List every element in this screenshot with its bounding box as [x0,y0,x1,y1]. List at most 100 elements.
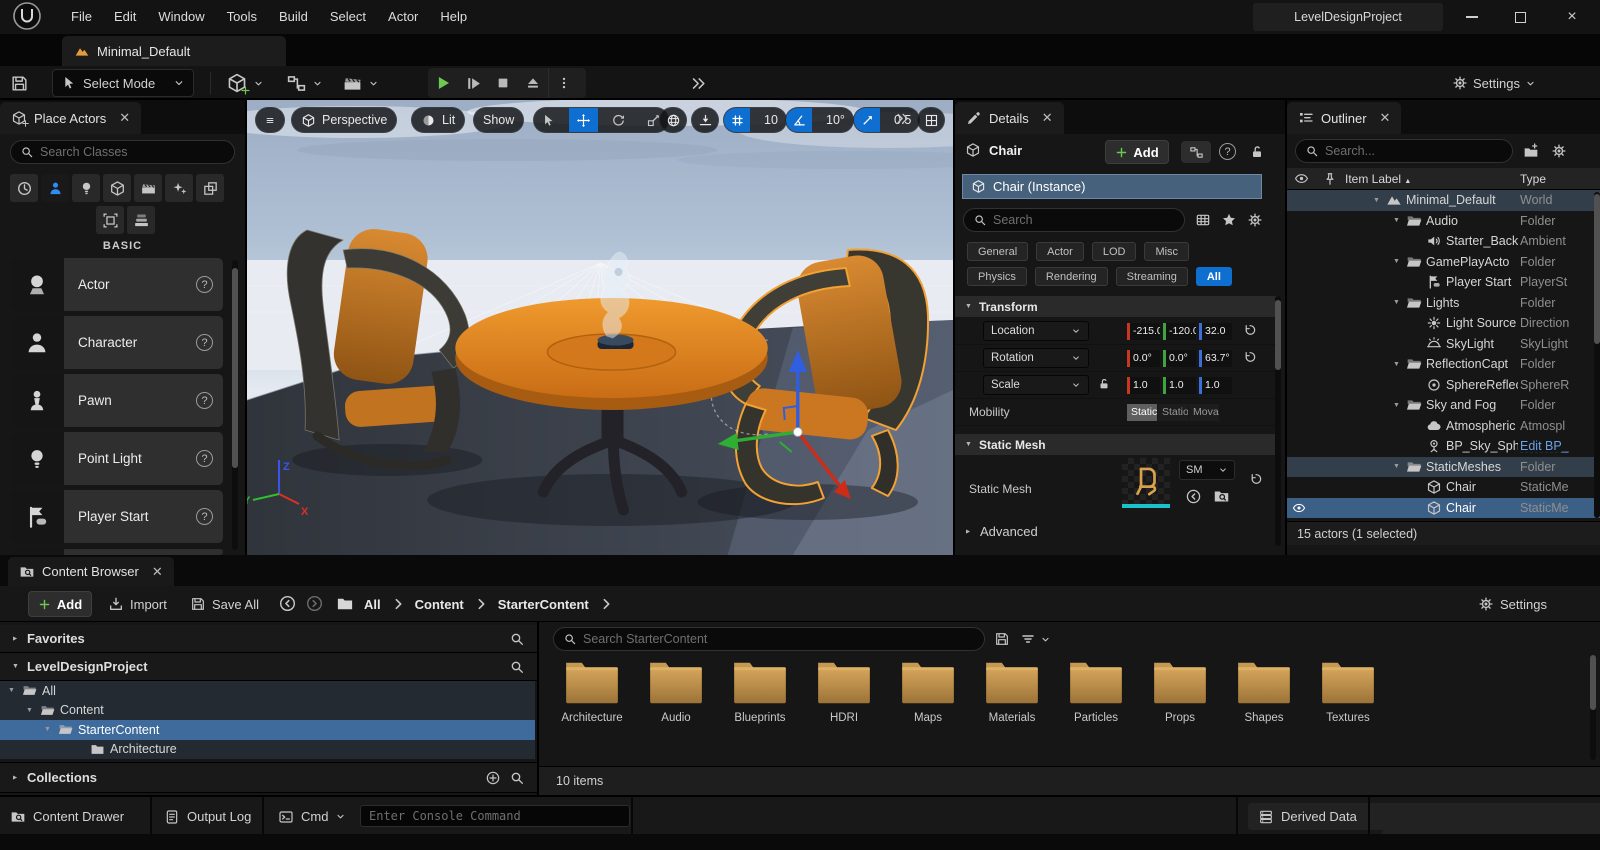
gear-icon[interactable] [1551,143,1567,159]
expand-arrow[interactable]: ▼ [1393,402,1406,409]
reset-icon[interactable] [1243,350,1257,364]
filter-chip[interactable]: Streaming [1116,267,1188,286]
menu-item[interactable]: File [60,0,103,34]
placeable-actor-item[interactable]: Player Start ? [10,490,223,543]
rotate-tool[interactable] [604,107,633,133]
viewport-overflow-button[interactable] [895,111,910,126]
filter-icon[interactable] [1020,631,1036,647]
content-drawer-button[interactable]: Content Drawer [10,803,124,830]
scale-y-field[interactable]: 1.0 [1163,377,1196,394]
level-tab[interactable]: Minimal_Default [62,36,286,66]
browse-to-asset-icon[interactable] [1213,488,1230,505]
details-search-input[interactable] [963,208,1185,232]
mobility-option[interactable]: Stationary [1158,404,1188,421]
category-button[interactable] [103,174,131,202]
search-icon[interactable] [509,631,525,647]
place-actors-scrollbar[interactable] [232,260,238,550]
outliner-scrollbar[interactable] [1594,192,1600,518]
outliner-row[interactable]: ▼ Atmospheric Atmospl [1287,416,1600,437]
mobility-option[interactable]: Movable [1189,404,1219,421]
project-section[interactable]: ▼LevelDesignProject [0,653,537,681]
menu-item[interactable]: Help [429,0,478,34]
close-icon[interactable]: ✕ [1380,110,1391,126]
content-browser-tab[interactable]: Content Browser ✕ [8,557,174,586]
back-icon[interactable] [278,594,297,613]
breadcrumb-item[interactable]: Content [415,597,464,612]
menu-item[interactable]: Tools [216,0,268,34]
location-z-field[interactable]: 32.0 [1199,323,1232,340]
derived-data-button[interactable]: Derived Data [1248,803,1600,830]
surface-snapping-button[interactable] [691,107,719,133]
scale-x-field[interactable]: 1.0 [1127,377,1160,394]
search-classes-input[interactable] [10,140,235,164]
outliner-row[interactable]: ▼ Minimal_Default World [1287,190,1600,211]
outliner-row[interactable]: ▼ BP_Sky_Sphe Edit BP_ [1287,436,1600,457]
placeable-actor-item[interactable]: Character ? [10,316,223,369]
outliner-row[interactable]: ▼ SphereReflec SphereR [1287,375,1600,396]
add-collection-icon[interactable] [485,770,501,786]
add-asset-button[interactable]: Add [28,591,92,617]
filter-chip[interactable]: General [967,242,1028,261]
filter-chip[interactable]: Physics [967,267,1027,286]
move-tool[interactable] [569,107,598,133]
filter-chip[interactable]: Misc [1144,242,1189,261]
close-icon[interactable]: ✕ [1042,110,1053,126]
outliner-row[interactable]: ▼ SkyLight SkyLight [1287,334,1600,355]
play-button[interactable] [428,68,458,98]
eye-icon[interactable] [1292,501,1310,515]
category-button[interactable] [10,174,38,202]
menu-item[interactable]: Window [147,0,215,34]
close-icon[interactable]: ✕ [152,564,163,580]
expand-arrow[interactable]: ▼ [44,726,58,733]
folder-tree-row[interactable]: ▼ Architecture [0,740,535,760]
menu-item[interactable]: Edit [103,0,147,34]
outliner-row[interactable]: ▼ Light Source Direction [1287,313,1600,334]
output-log-button[interactable]: Output Log [164,803,251,830]
placeable-actor-item[interactable]: Actor ? [10,258,223,311]
instance-row[interactable]: Chair (Instance) [962,174,1262,199]
help-icon[interactable]: ? [196,450,213,467]
category-button[interactable] [196,174,224,202]
gear-icon[interactable] [1247,212,1263,228]
outliner-search-input[interactable] [1295,139,1513,163]
content-settings-dropdown[interactable]: Settings [1478,591,1547,617]
scale-snap-control[interactable]: 0.5 [853,107,920,133]
perspective-dropdown[interactable]: Perspective [291,107,397,133]
chevron-down-icon[interactable] [1040,634,1051,645]
advanced-section-header[interactable]: ▼Advanced [965,524,1038,539]
location-dropdown[interactable]: Location [983,321,1089,341]
category-button[interactable] [96,206,124,234]
matrix-view-icon[interactable] [1195,212,1211,228]
save-level-button[interactable] [10,70,29,96]
outliner-row[interactable]: ▼ Lights Folder [1287,293,1600,314]
placeable-actor-item[interactable]: Pawn ? [10,374,223,427]
details-search-field[interactable] [993,213,1175,227]
breadcrumb-item[interactable]: StarterContent [498,597,589,612]
minimize-button[interactable] [1448,0,1496,34]
details-tab[interactable]: Details ✕ [955,102,1064,134]
grid-snap-control[interactable]: 10 [723,107,787,133]
settings-dropdown[interactable]: Settings [1452,70,1536,96]
asset-folder[interactable]: Textures [1309,659,1387,724]
cmd-dropdown[interactable]: Cmd [278,803,346,830]
favorites-section[interactable]: ▼Favorites [0,625,537,653]
eye-icon[interactable] [1294,171,1309,186]
asset-folder[interactable]: Shapes [1225,659,1303,724]
static-mesh-section-header[interactable]: ▼Static Mesh [955,434,1279,455]
lit-dropdown[interactable]: Lit [411,107,465,133]
console-command-input[interactable] [360,805,630,827]
expand-arrow[interactable]: ▼ [1393,299,1406,306]
folder-tree-row[interactable]: ▼ All [0,681,535,701]
category-button[interactable] [134,174,162,202]
outliner-search-field[interactable] [1325,144,1503,158]
create-folder-icon[interactable] [1523,143,1539,159]
lock-open-icon[interactable] [1249,144,1265,160]
asset-folder[interactable]: Props [1141,659,1219,724]
filter-chip[interactable]: All [1196,267,1232,286]
cinematics-dropdown[interactable] [342,70,379,96]
place-actors-tab[interactable]: Place Actors ✕ [0,102,141,134]
location-x-field[interactable]: -215.0 [1127,323,1160,340]
expand-arrow[interactable]: ▼ [1393,258,1406,265]
collections-section[interactable]: ▼Collections [0,762,537,793]
stop-button[interactable] [488,68,518,98]
